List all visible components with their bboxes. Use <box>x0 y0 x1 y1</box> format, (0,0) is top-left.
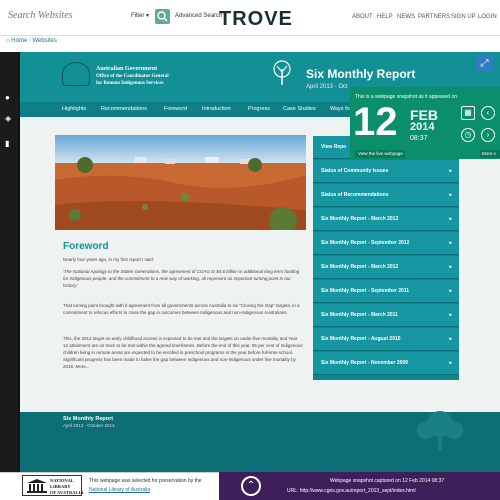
arrow-right-icon: ▸ <box>449 360 452 366</box>
menu-item-march-2011[interactable]: Six Monthly Report - March 2011 ▸ <box>313 304 459 327</box>
menu-item-march-2013[interactable]: Six Monthly Report - March 2013 ▸ <box>313 208 459 231</box>
govt-line-1: Australian Government <box>96 66 158 72</box>
view-live-button[interactable]: View the live webpage <box>355 150 405 158</box>
outback-town-photo <box>55 135 306 230</box>
menu-item-november-2009[interactable]: Six Monthly Report - November 2009 ▸ <box>313 352 459 375</box>
govt-line-2: Office of the Coordinator General <box>96 74 169 79</box>
site-footer-dates: April 2013 - October 2013 <box>63 423 115 428</box>
filter-dropdown[interactable]: Filter ▾ <box>131 12 149 19</box>
menu-item-august-2010[interactable]: Six Monthly Report - August 2010 ▸ <box>313 328 459 351</box>
clock-icon: ◷ <box>464 130 472 139</box>
nla-link[interactable]: National Library of Australia <box>89 487 150 493</box>
foreword-intro: Nearly four years ago, in my first repor… <box>63 257 155 262</box>
next-snapshot-button[interactable]: › <box>481 128 495 142</box>
site-nav-foreword[interactable]: Foreword <box>164 106 187 112</box>
search-button[interactable] <box>155 9 170 24</box>
nav-news[interactable]: NEWS <box>397 14 415 20</box>
site-nav-highlights[interactable]: Highlights <box>62 106 86 112</box>
more-snapshots-button[interactable]: More s <box>480 150 500 158</box>
info-icon[interactable]: ● <box>5 94 13 102</box>
foreword-title: Foreword <box>63 241 109 252</box>
nav-login[interactable]: LOGIN <box>478 14 497 20</box>
site-footer-title: Six Monthly Report <box>63 416 114 422</box>
arrow-right-icon: ▸ <box>449 192 452 198</box>
menu-item-recommendations[interactable]: Status of Recommendations ▸ <box>313 184 459 207</box>
site-nav-introduction[interactable]: Introduction <box>202 106 231 112</box>
capture-url-text[interactable]: URL: http://www.cgris.gov.au/report_2013… <box>287 488 416 494</box>
search-input[interactable] <box>8 10 148 21</box>
nav-signup[interactable]: SIGN UP <box>451 14 476 20</box>
selection-text: This webpage was selected for preservati… <box>89 478 202 484</box>
nav-partners[interactable]: PARTNERS <box>418 14 450 20</box>
advanced-search-link[interactable]: Advanced Search <box>175 13 222 19</box>
menu-item-march-2012[interactable]: Six Monthly Report - March 2012 ▸ <box>313 256 459 279</box>
nla-logo-text-1: NATIONAL <box>50 478 74 483</box>
nav-about[interactable]: ABOUT <box>352 14 373 20</box>
home-icon[interactable]: ⌂ <box>6 38 10 44</box>
tree-logo-icon <box>273 60 291 85</box>
search-icon <box>157 11 168 22</box>
breadcrumb-home[interactable]: Home <box>11 38 27 44</box>
foreword-quote: 'The National Apology to the Stolen Gene… <box>63 269 300 288</box>
chevron-up-icon: ⌃ <box>246 480 256 491</box>
foreword-paragraph-3: This, the 2012 target on early childhood… <box>63 336 303 369</box>
nav-help[interactable]: HELP <box>377 14 393 20</box>
timeline-button[interactable]: ◷ <box>461 128 475 142</box>
arrow-right-icon: ▸ <box>449 168 452 174</box>
site-nav-recommendations[interactable]: Recommendations <box>101 106 147 112</box>
menu-item-september-2012[interactable]: Six Monthly Report - September 2012 ▸ <box>313 232 459 255</box>
scroll-up-button[interactable]: ⌃ <box>241 476 261 496</box>
capture-date-text: Webpage snapshot captured on 12 Feb 2014… <box>330 478 445 484</box>
previous-snapshot-button[interactable]: ‹ <box>481 106 495 120</box>
site-nav-progress[interactable]: Progress <box>248 106 270 112</box>
layers-icon[interactable]: ◈ <box>5 115 13 123</box>
snapshot-year: 2014 <box>410 121 435 133</box>
trove-logo[interactable]: TROVE <box>219 8 293 31</box>
menu-item-september-2011[interactable]: Six Monthly Report - September 2011 ▸ <box>313 280 459 303</box>
expand-icon: ⤢ <box>480 58 489 69</box>
govt-line-3: for Remote Indigenous Services <box>96 81 164 86</box>
arrow-right-icon: ▸ <box>449 216 452 222</box>
snapshot-time: 08:37 <box>410 135 428 142</box>
coat-of-arms-icon <box>62 62 90 86</box>
report-title: Six Monthly Report <box>306 67 416 81</box>
chevron-left-icon: ‹ <box>486 108 490 117</box>
menu-item-community-issues[interactable]: Status of Community Issues ▸ <box>313 160 459 183</box>
arrow-right-icon: ▸ <box>449 264 452 270</box>
expand-button[interactable]: ⤢ <box>476 55 493 72</box>
arrow-right-icon: ▸ <box>449 336 452 342</box>
breadcrumb-separator: / <box>28 38 31 44</box>
calendar-icon: ▦ <box>464 108 472 117</box>
tree-watermark-icon <box>417 411 463 450</box>
arrow-right-icon: ▸ <box>449 312 452 318</box>
breadcrumb: ⌂ Home / Websites <box>6 38 57 44</box>
arrow-right-icon: ▸ <box>449 288 452 294</box>
arrow-right-icon: ▸ <box>449 240 452 246</box>
snapshot-day: 12 <box>353 100 398 144</box>
capture-info-bar <box>219 472 500 500</box>
calendar-button[interactable]: ▦ <box>461 106 475 120</box>
nla-logo-text-2: LIBRARY <box>50 484 71 489</box>
nla-logo-text-3: OF AUSTRALIA <box>50 490 84 495</box>
site-nav-ways-forward[interactable]: Ways fo <box>330 106 350 112</box>
library-building-icon <box>27 479 47 493</box>
chevron-right-icon: › <box>486 130 490 139</box>
report-dates: April 2013 - Oct <box>306 84 348 90</box>
site-nav-case-studies[interactable]: Case Studies <box>283 106 316 112</box>
bookmark-icon[interactable]: ▮ <box>5 140 13 148</box>
foreword-paragraph-2: That turning point brought with it agree… <box>63 303 300 315</box>
breadcrumb-websites[interactable]: Websites <box>32 38 57 44</box>
